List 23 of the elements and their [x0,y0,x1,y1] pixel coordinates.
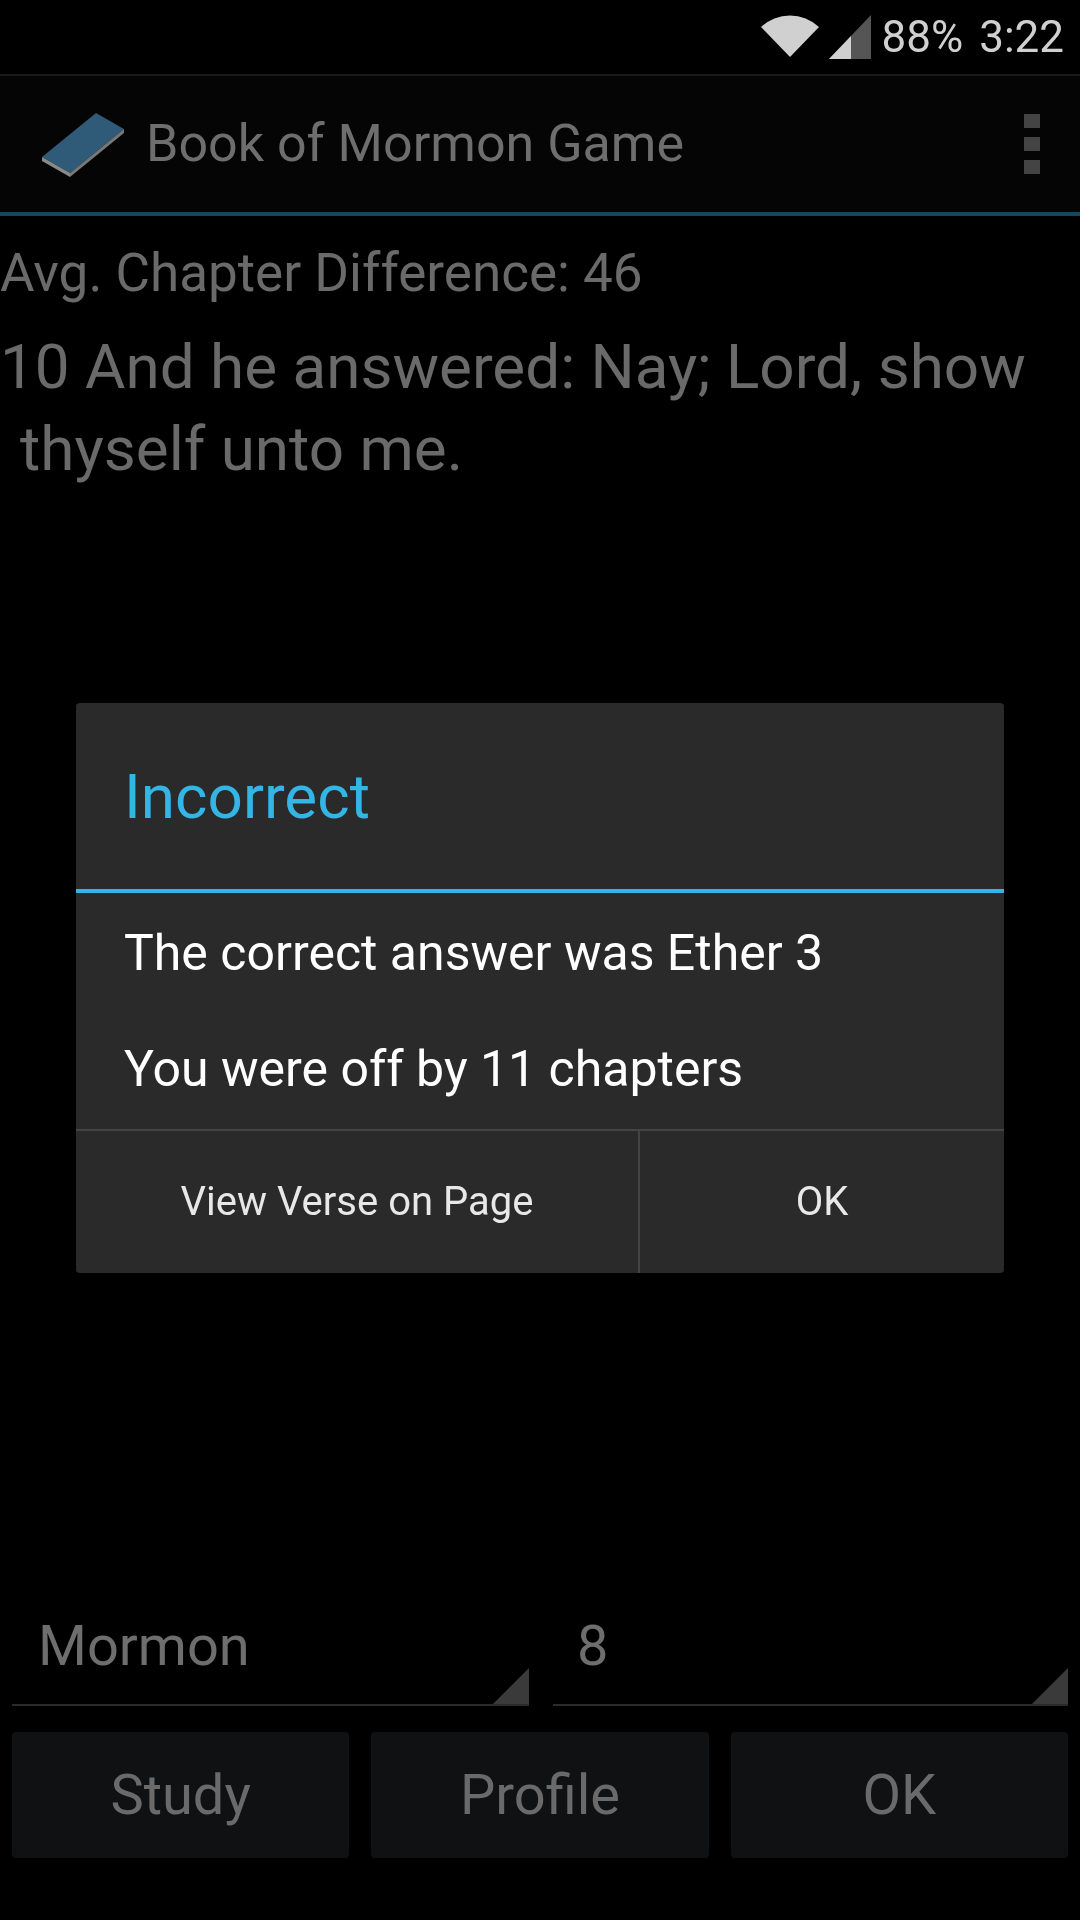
dropdown-corner-icon [1032,1668,1068,1704]
dialog-message: The correct answer was Ether 3 [124,923,825,983]
stats-text: Avg. Chapter Difference: 46 [0,241,644,306]
book-dropdown[interactable]: Mormon [12,1594,529,1706]
dialog-title: Incorrect [124,758,370,835]
chapter-dropdown[interactable]: 8 [553,1594,1068,1706]
dialog-message: You were off by 11 chapters [124,1039,745,1099]
signal-icon [829,15,872,59]
clock: 3:22 [979,10,1064,65]
dialog-button[interactable]: OK [640,1131,1004,1273]
dropdown-value: 8 [577,1613,609,1679]
dropdown-value: Mormon [38,1613,250,1679]
dropdown-corner-icon [493,1668,529,1704]
battery-percentage: 88% [881,10,964,65]
verse-text: 10 And he answered: Nay; Lord, show thyself unto me. [0,329,1027,487]
overflow-menu-icon[interactable] [1024,114,1040,174]
book-icon [40,111,126,177]
dialog-button[interactable]: View Verse on Page [76,1131,640,1273]
action-button[interactable]: OK [730,1732,1068,1858]
action-button[interactable]: Study [12,1732,350,1858]
app-title: Book of Mormon Game [146,112,685,176]
action-button[interactable]: Profile [371,1732,709,1858]
wifi-icon [761,15,820,59]
